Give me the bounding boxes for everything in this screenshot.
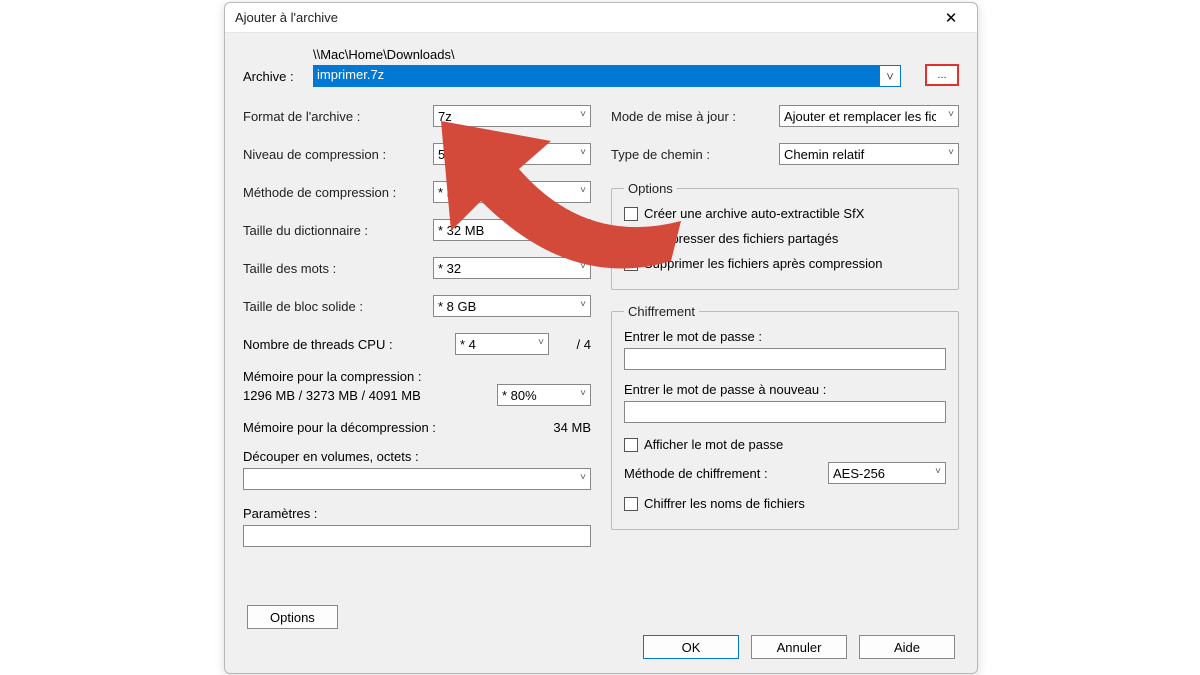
chevron-down-icon: ˅ xyxy=(580,388,586,399)
word-size-combo[interactable]: * 32 ˅ xyxy=(433,257,591,279)
compress-memory-pct-value: * 80% xyxy=(502,388,537,403)
cpu-threads-combo[interactable]: * 4 ˅ xyxy=(455,333,549,355)
word-size-value: * 32 xyxy=(438,261,461,276)
update-mode-label: Mode de mise à jour : xyxy=(611,109,769,124)
cpu-threads-value: * 4 xyxy=(460,337,476,352)
cpu-threads-label: Nombre de threads CPU : xyxy=(243,337,447,352)
show-password-checkbox[interactable]: Afficher le mot de passe xyxy=(624,437,946,452)
dictionary-size-combo[interactable]: * 32 MB ˅ xyxy=(433,219,591,241)
encrypt-filenames-label: Chiffrer les noms de fichiers xyxy=(644,496,805,511)
delete-after-checkbox[interactable]: Supprimer les fichiers après compression xyxy=(624,256,946,271)
checkbox-icon xyxy=(624,438,638,452)
archive-path: \\Mac\Home\Downloads\ xyxy=(313,47,901,62)
chevron-down-icon: ˅ xyxy=(580,109,586,120)
cancel-button-label: Annuler xyxy=(777,640,822,655)
chevron-down-icon: ˅ xyxy=(948,147,954,158)
archive-format-label: Format de l'archive : xyxy=(243,109,423,124)
sfx-label: Créer une archive auto-extractible SfX xyxy=(644,206,864,221)
help-button[interactable]: Aide xyxy=(859,635,955,659)
split-volumes-combo[interactable]: ˅ xyxy=(243,468,591,490)
path-mode-combo[interactable]: Chemin relatif ˅ xyxy=(779,143,959,165)
word-size-label: Taille des mots : xyxy=(243,261,423,276)
solid-block-value: * 8 GB xyxy=(438,299,476,314)
compression-method-label: Méthode de compression : xyxy=(243,185,423,200)
ok-button[interactable]: OK xyxy=(643,635,739,659)
update-mode-value: Ajouter et remplacer les fich xyxy=(784,109,936,124)
chevron-down-icon: ˅ xyxy=(880,66,900,86)
close-icon: ✕ xyxy=(945,9,958,27)
password-repeat-input[interactable] xyxy=(624,401,946,423)
compress-memory-values: 1296 MB / 3273 MB / 4091 MB xyxy=(243,388,489,403)
chevron-down-icon: ˅ xyxy=(580,147,586,158)
ok-button-label: OK xyxy=(682,640,701,655)
chevron-down-icon: ˅ xyxy=(580,299,586,310)
chevron-down-icon: ˅ xyxy=(580,472,586,483)
compression-level-label: Niveau de compression : xyxy=(243,147,423,162)
password-repeat-label: Entrer le mot de passe à nouveau : xyxy=(624,382,946,397)
archive-filename-selected: imprimer.7z xyxy=(314,66,880,86)
options-button-label: Options xyxy=(270,610,315,625)
add-to-archive-dialog: Ajouter à l'archive ✕ Archive : \\Mac\Ho… xyxy=(224,2,978,674)
encryption-group: Chiffrement Entrer le mot de passe : Ent… xyxy=(611,304,959,530)
delete-after-label: Supprimer les fichiers après compression xyxy=(644,256,882,271)
options-button[interactable]: Options xyxy=(247,605,338,629)
decompress-memory-value: 34 MB xyxy=(531,420,591,435)
checkbox-icon xyxy=(624,232,638,246)
checkbox-icon xyxy=(624,497,638,511)
decompress-memory-label: Mémoire pour la décompression : xyxy=(243,420,531,435)
chevron-down-icon: ˅ xyxy=(948,109,954,120)
titlebar: Ajouter à l'archive ✕ xyxy=(225,3,977,33)
browse-button[interactable]: ... xyxy=(925,64,959,86)
chevron-down-icon: ˅ xyxy=(935,466,941,477)
chevron-down-icon: ˅ xyxy=(538,337,544,348)
encryption-method-value: AES-256 xyxy=(833,466,885,481)
dictionary-size-value: * 32 MB xyxy=(438,223,484,238)
compression-level-value: 5 xyxy=(438,147,445,162)
ellipsis-icon: ... xyxy=(937,69,946,81)
split-volumes-label: Découper en volumes, octets : xyxy=(243,449,591,464)
help-button-label: Aide xyxy=(894,640,920,655)
solid-block-combo[interactable]: * 8 GB ˅ xyxy=(433,295,591,317)
compress-memory-pct-combo[interactable]: * 80% ˅ xyxy=(497,384,591,406)
compress-memory-label: Mémoire pour la compression : xyxy=(243,369,591,384)
encryption-legend: Chiffrement xyxy=(624,304,699,319)
checkbox-icon xyxy=(624,207,638,221)
password-label: Entrer le mot de passe : xyxy=(624,329,946,344)
parameters-input[interactable] xyxy=(243,525,591,547)
checkbox-icon xyxy=(624,257,638,271)
compression-method-combo[interactable]: * LZM ˅ xyxy=(433,181,591,203)
compression-level-combo[interactable]: 5 ˅ xyxy=(433,143,591,165)
solid-block-label: Taille de bloc solide : xyxy=(243,299,423,314)
show-password-label: Afficher le mot de passe xyxy=(644,437,783,452)
archive-filename-combo[interactable]: imprimer.7z ˅ xyxy=(313,65,901,87)
window-title: Ajouter à l'archive xyxy=(235,10,338,25)
archive-format-combo[interactable]: 7z ˅ xyxy=(433,105,591,127)
encryption-method-combo[interactable]: AES-256 ˅ xyxy=(828,462,946,484)
sfx-checkbox[interactable]: Créer une archive auto-extractible SfX xyxy=(624,206,946,221)
cpu-threads-total: / 4 xyxy=(557,337,591,352)
update-mode-combo[interactable]: Ajouter et remplacer les fich ˅ xyxy=(779,105,959,127)
encryption-method-label: Méthode de chiffrement : xyxy=(624,466,818,481)
compression-method-value: * LZM xyxy=(438,185,473,200)
shared-files-label: Compresser des fichiers partagés xyxy=(644,231,838,246)
path-mode-label: Type de chemin : xyxy=(611,147,769,162)
archive-label: Archive : xyxy=(243,47,299,84)
parameters-label: Paramètres : xyxy=(243,506,591,521)
path-mode-value: Chemin relatif xyxy=(784,147,864,162)
chevron-down-icon: ˅ xyxy=(580,223,586,234)
chevron-down-icon: ˅ xyxy=(580,261,586,272)
chevron-down-icon: ˅ xyxy=(580,185,586,196)
encrypt-filenames-checkbox[interactable]: Chiffrer les noms de fichiers xyxy=(624,496,946,511)
archive-format-value: 7z xyxy=(438,109,452,124)
cancel-button[interactable]: Annuler xyxy=(751,635,847,659)
shared-files-checkbox[interactable]: Compresser des fichiers partagés xyxy=(624,231,946,246)
options-group: Options Créer une archive auto-extractib… xyxy=(611,181,959,290)
options-legend: Options xyxy=(624,181,677,196)
dictionary-size-label: Taille du dictionnaire : xyxy=(243,223,423,238)
close-button[interactable]: ✕ xyxy=(933,5,969,31)
password-input[interactable] xyxy=(624,348,946,370)
